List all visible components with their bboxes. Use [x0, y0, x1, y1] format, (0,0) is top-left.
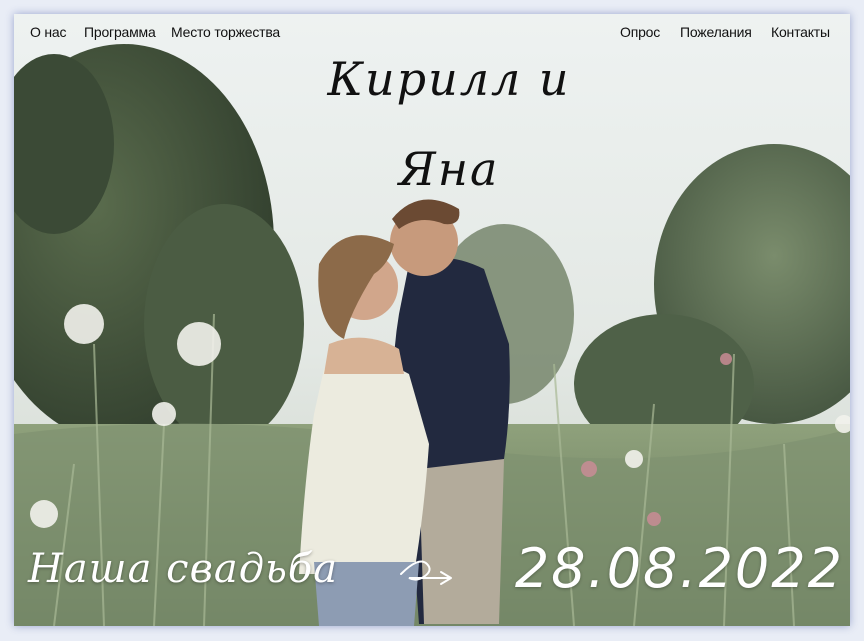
nav-link-wishes[interactable]: Пожелания	[680, 24, 752, 40]
nav-link-about[interactable]: О нас	[30, 24, 67, 40]
wedding-date: 28.08.2022	[514, 537, 844, 600]
arrow-right-icon	[400, 560, 452, 585]
couple-names: Кирилл и Яна	[327, 52, 571, 196]
nav-link-program[interactable]: Программа	[84, 24, 156, 40]
wedding-tagline: Наша свадьба	[28, 546, 339, 592]
page-frame: О нас Программа Место торжества Опрос По…	[14, 14, 850, 626]
nav-link-venue[interactable]: Место торжества	[171, 24, 280, 40]
nav-link-contacts[interactable]: Контакты	[771, 24, 830, 40]
